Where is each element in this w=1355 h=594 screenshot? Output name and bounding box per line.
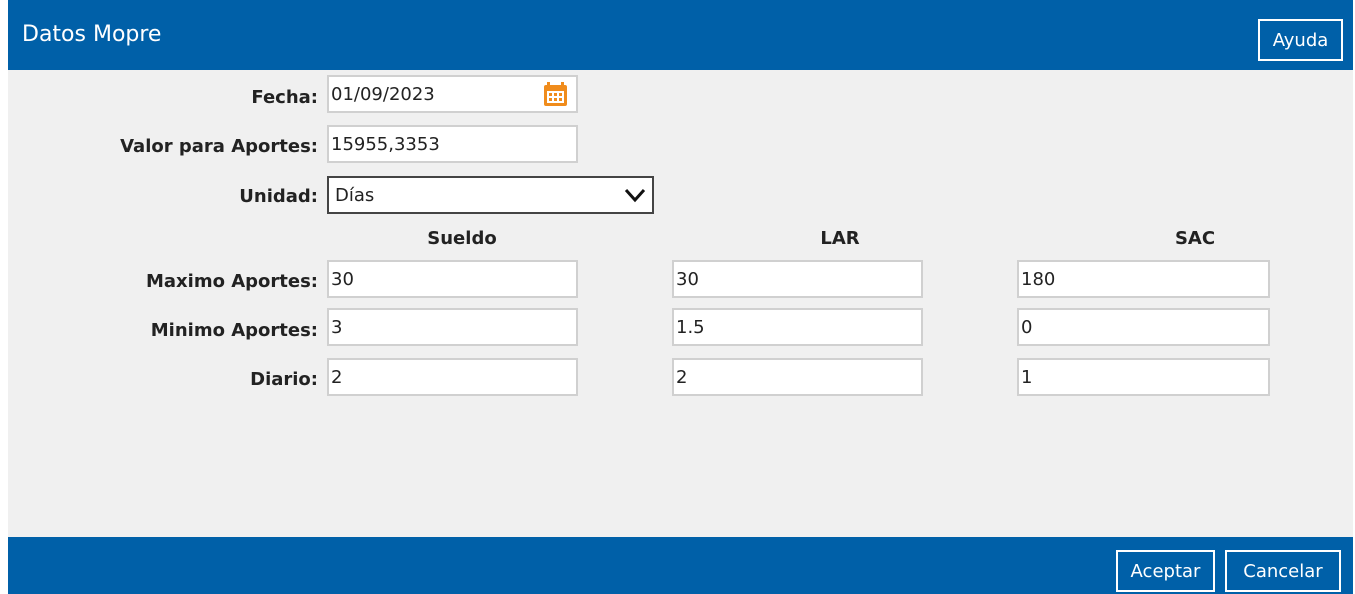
valor-aportes-input[interactable] bbox=[327, 125, 578, 163]
maximo-aportes-sac-input[interactable] bbox=[1017, 260, 1270, 298]
unidad-selected-value: Días bbox=[335, 184, 375, 206]
diario-sueldo-input[interactable] bbox=[327, 358, 578, 396]
minimo-aportes-sueldo-input[interactable] bbox=[327, 308, 578, 346]
fecha-input[interactable] bbox=[327, 75, 578, 113]
fecha-label: Fecha: bbox=[251, 87, 318, 108]
help-button[interactable]: Ayuda bbox=[1258, 19, 1343, 61]
unidad-select[interactable]: Días bbox=[327, 176, 654, 214]
column-header-sueldo: Sueldo bbox=[427, 228, 497, 249]
diario-sac-input[interactable] bbox=[1017, 358, 1270, 396]
minimo-aportes-sac-input[interactable] bbox=[1017, 308, 1270, 346]
column-header-sac: SAC bbox=[1174, 228, 1216, 249]
accept-button[interactable]: Aceptar bbox=[1116, 550, 1215, 592]
maximo-aportes-lar-input[interactable] bbox=[672, 260, 923, 298]
minimo-aportes-lar-input[interactable] bbox=[672, 308, 923, 346]
minimo-aportes-label: Minimo Aportes: bbox=[150, 320, 318, 341]
cancel-button[interactable]: Cancelar bbox=[1225, 550, 1341, 592]
calendar-icon[interactable] bbox=[543, 82, 568, 107]
maximo-aportes-sueldo-input[interactable] bbox=[327, 260, 578, 298]
diario-label: Diario: bbox=[250, 369, 318, 390]
dialog-title: Datos Mopre bbox=[22, 22, 162, 47]
title-bar: Datos Mopre Ayuda bbox=[8, 0, 1353, 70]
footer-bar: Aceptar Cancelar bbox=[8, 537, 1353, 594]
maximo-aportes-label: Maximo Aportes: bbox=[145, 271, 318, 292]
unidad-label: Unidad: bbox=[239, 186, 318, 207]
mopre-dialog: Datos Mopre Ayuda Fecha: Valor para Apor… bbox=[8, 0, 1353, 594]
valor-aportes-label: Valor para Aportes: bbox=[120, 136, 318, 157]
column-header-lar: LAR bbox=[820, 228, 860, 249]
chevron-down-icon bbox=[624, 188, 646, 203]
diario-lar-input[interactable] bbox=[672, 358, 923, 396]
